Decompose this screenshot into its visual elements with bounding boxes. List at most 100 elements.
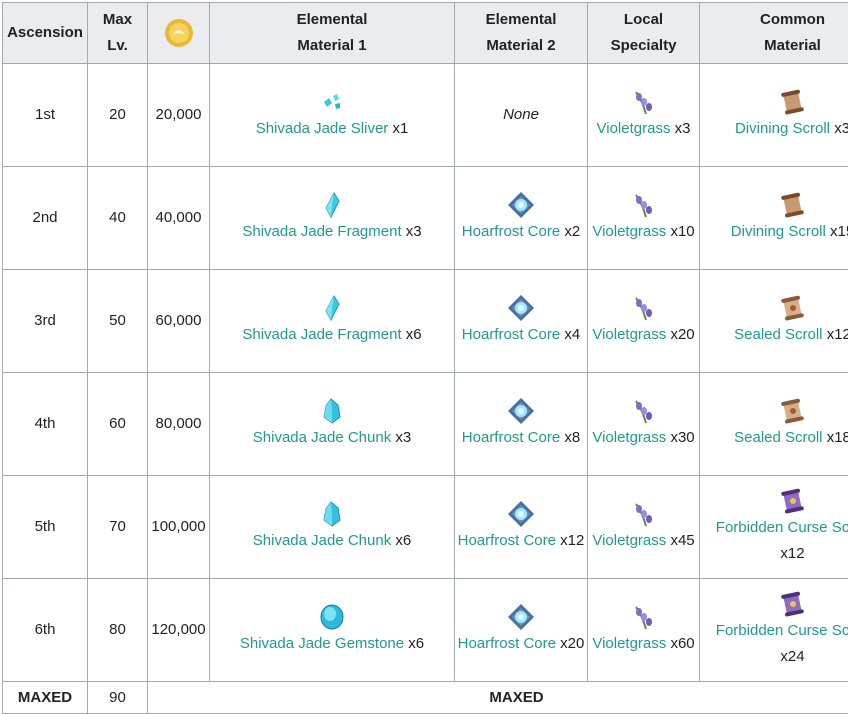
item-quantity: x4 (564, 326, 580, 343)
table-row: 6th80120,000Shivada Jade Gemstone x6Hoar… (3, 579, 848, 682)
local-specialty-cell: Violetgrass x20 (588, 270, 700, 373)
hoarfrost-core-icon (507, 500, 535, 528)
violetgrass-icon (630, 397, 658, 425)
item-quantity: x12 (780, 545, 804, 562)
common-material-cell: Divining Scroll x3 (700, 64, 848, 167)
local-specialty-cell: Violetgrass x45 (588, 476, 700, 579)
forbidden-curse-scroll-icon (779, 590, 807, 618)
violetgrass-icon (630, 88, 658, 116)
mora-cell: 40,000 (148, 167, 210, 270)
max-lv-cell: 40 (88, 167, 148, 270)
item-quantity: x6 (406, 326, 422, 343)
item-link[interactable]: Shivada Jade Fragment (242, 223, 401, 240)
item-quantity: x3 (395, 429, 411, 446)
table-row: 2nd4040,000Shivada Jade Fragment x3 Hoarf… (3, 167, 848, 270)
max-lv-cell: 60 (88, 373, 148, 476)
maxed-row: MAXED 90 MAXED (3, 682, 848, 714)
local-specialty-cell: Violetgrass x3 (588, 64, 700, 167)
elemental-1-cell: Shivada Jade Chunk x3 (210, 373, 455, 476)
item-link[interactable]: Forbidden Curse Scroll (716, 519, 848, 536)
item-link[interactable]: Divining Scroll (735, 120, 830, 137)
item-link[interactable]: Shivada Jade Fragment (242, 326, 401, 343)
elemental-1-cell: Shivada Jade Sliver x1 (210, 64, 455, 167)
ascension-cell: 3rd (3, 270, 88, 373)
violetgrass-icon (630, 603, 658, 631)
mora-cell: 120,000 (148, 579, 210, 682)
ascension-cell: 2nd (3, 167, 88, 270)
sealed-scroll-icon (779, 294, 807, 322)
jade-fragment-icon (318, 191, 346, 219)
item-link[interactable]: Shivada Jade Chunk (253, 532, 391, 549)
item-quantity: x60 (670, 635, 694, 652)
item-link[interactable]: Hoarfrost Core (462, 223, 560, 240)
header-local-specialty: LocalSpecialty (588, 3, 700, 64)
maxed-label: MAXED (148, 682, 848, 714)
item-link[interactable]: Sealed Scroll (734, 326, 822, 343)
ascension-cell: 1st (3, 64, 88, 167)
elemental-2-cell: Hoarfrost Core x20 (455, 579, 588, 682)
item-link[interactable]: Hoarfrost Core (462, 326, 560, 343)
common-material-cell: Sealed Scroll x12 (700, 270, 848, 373)
common-material-cell: Divining Scroll x15 (700, 167, 848, 270)
item-quantity: x1 (392, 120, 408, 137)
item-quantity: x10 (670, 223, 694, 240)
item-quantity: x18 (827, 429, 848, 446)
header-ascension: Ascension (3, 3, 88, 64)
max-lv-cell: 70 (88, 476, 148, 579)
item-link[interactable]: Divining Scroll (731, 223, 826, 240)
item-link[interactable]: Sealed Scroll (734, 429, 822, 446)
item-link[interactable]: Violetgrass (592, 223, 666, 240)
item-link[interactable]: Forbidden Curse Scroll (716, 622, 848, 639)
common-material-cell: Sealed Scroll x18 (700, 373, 848, 476)
ascension-cell: 4th (3, 373, 88, 476)
item-quantity: x8 (564, 429, 580, 446)
table-row: 4th6080,000Shivada Jade Chunk x3Hoarfros… (3, 373, 848, 476)
header-row: Ascension MaxLv. ElementalMaterial 1 Ele… (3, 3, 848, 64)
item-link[interactable]: Hoarfrost Core (462, 429, 560, 446)
jade-fragment-icon (318, 294, 346, 322)
item-link[interactable]: Violetgrass (592, 532, 666, 549)
violetgrass-icon (630, 191, 658, 219)
item-quantity: x12 (560, 532, 584, 549)
local-specialty-cell: Violetgrass x10 (588, 167, 700, 270)
item-link[interactable]: Shivada Jade Sliver (256, 120, 389, 137)
local-specialty-cell: Violetgrass x60 (588, 579, 700, 682)
item-link[interactable]: Violetgrass (592, 429, 666, 446)
mora-coin-icon (164, 18, 194, 48)
common-material-cell: Forbidden Curse Scroll x12 (700, 476, 848, 579)
item-link[interactable]: Hoarfrost Core (458, 532, 556, 549)
header-max-lv: MaxLv. (88, 3, 148, 64)
item-quantity: x24 (780, 648, 804, 665)
item-link[interactable]: Shivada Jade Chunk (253, 429, 391, 446)
header-mora (148, 3, 210, 64)
item-link[interactable]: Violetgrass (592, 326, 666, 343)
hoarfrost-core-icon (507, 191, 535, 219)
hoarfrost-core-icon (507, 603, 535, 631)
max-lv-cell: 20 (88, 64, 148, 167)
header-common-material: CommonMaterial (700, 3, 848, 64)
max-lv-cell: 50 (88, 270, 148, 373)
item-link[interactable]: Violetgrass (592, 635, 666, 652)
table-row: 1st2020,000Shivada Jade Sliver x1NoneVio… (3, 64, 848, 167)
header-elemental-1: ElementalMaterial 1 (210, 3, 455, 64)
hoarfrost-core-icon (507, 294, 535, 322)
item-link[interactable]: Hoarfrost Core (458, 635, 556, 652)
elemental-1-cell: Shivada Jade Fragment x3 (210, 167, 455, 270)
item-link[interactable]: Violetgrass (597, 120, 671, 137)
divining-scroll-icon (779, 88, 807, 116)
forbidden-curse-scroll-icon (779, 487, 807, 515)
none-label: None (503, 106, 539, 123)
violetgrass-icon (630, 294, 658, 322)
item-quantity: x6 (408, 635, 424, 652)
common-material-cell: Forbidden Curse Scroll x24 (700, 579, 848, 682)
elemental-1-cell: Shivada Jade Chunk x6 (210, 476, 455, 579)
mora-cell: 60,000 (148, 270, 210, 373)
item-quantity: x30 (670, 429, 694, 446)
maxed-max-lv: 90 (88, 682, 148, 714)
table-row: 3rd5060,000 Shivada Jade Fragment x6 Hoarf… (3, 270, 848, 373)
item-quantity: x15 (830, 223, 848, 240)
mora-cell: 20,000 (148, 64, 210, 167)
elemental-2-cell: Hoarfrost Core x12 (455, 476, 588, 579)
item-link[interactable]: Shivada Jade Gemstone (240, 635, 404, 652)
violetgrass-icon (630, 500, 658, 528)
